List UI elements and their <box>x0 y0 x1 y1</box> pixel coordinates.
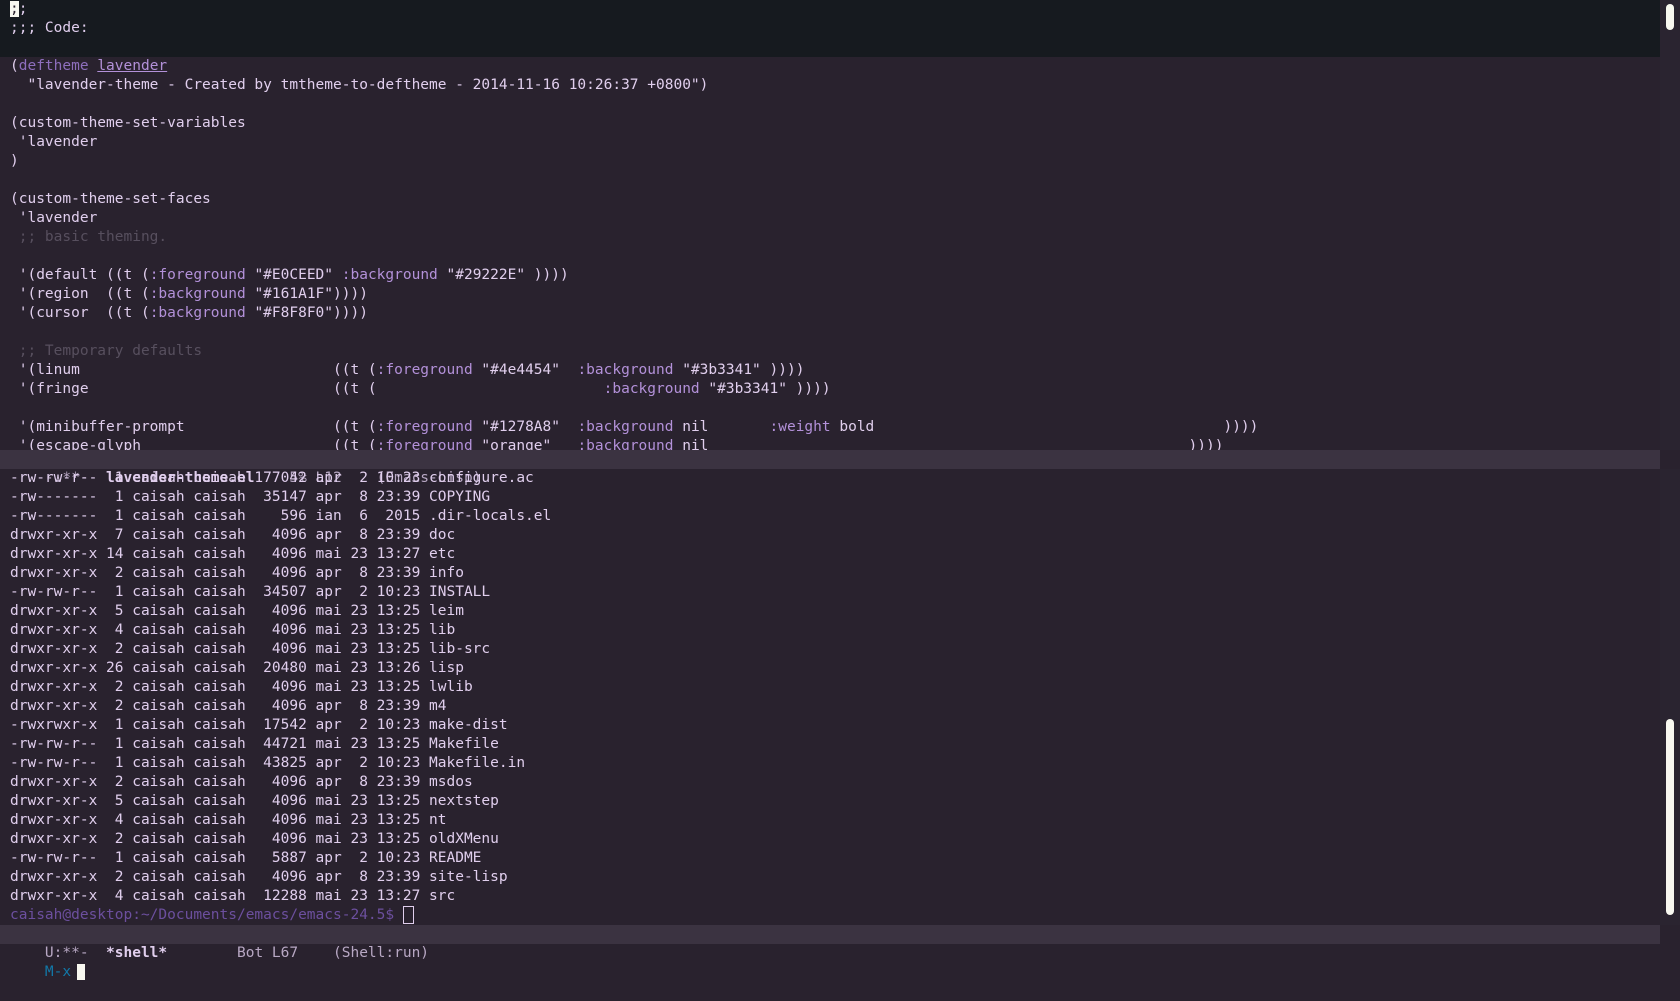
minibuffer-cursor <box>77 964 86 980</box>
code-line-text: ; <box>18 1 28 17</box>
shell-cursor <box>402 906 414 924</box>
code-line: '(default ((t (:foreground "#E0CEED" :ba… <box>10 267 569 283</box>
shell-prompt-line[interactable]: caisah@desktop:~/Documents/emacs/emacs-2… <box>10 906 1670 925</box>
code-line: (deftheme lavender <box>10 58 168 74</box>
code-line: 'lavender <box>10 134 98 150</box>
code-line: (custom-theme-set-variables <box>10 115 246 131</box>
listing-row: drwxr-xr-x 2 caisah caisah 4096 mai 23 1… <box>10 641 491 657</box>
listing-row: -rw------- 1 caisah caisah 35147 apr 8 2… <box>10 489 491 505</box>
code-line: (custom-theme-set-faces <box>10 191 211 207</box>
listing-row: drwxr-xr-x 5 caisah caisah 4096 mai 23 1… <box>10 793 499 809</box>
listing-row: -rw-rw-r-- 1 caisah caisah 44721 mai 23 … <box>10 736 499 752</box>
code-line: '(escape-glyph ((t (:foreground "orange"… <box>10 438 1224 450</box>
listing-row: -rw-rw-r-- 1 caisah caisah 177042 apr 2 … <box>10 470 534 486</box>
file-listing: -rw-rw-r-- 1 caisah caisah 177042 apr 2 … <box>10 469 1670 906</box>
code-scrollbar[interactable] <box>1660 0 1680 450</box>
listing-row: drwxr-xr-x 5 caisah caisah 4096 mai 23 1… <box>10 603 464 619</box>
code-line: '(fringe ((t ( :background "#3b3341" )))… <box>10 381 831 397</box>
code-line: '(linum ((t (:foreground "#4e4454" :back… <box>10 362 805 378</box>
listing-row: -rw-rw-r-- 1 caisah caisah 34507 apr 2 1… <box>10 584 491 600</box>
code-comment: ;; Temporary defaults <box>10 343 203 359</box>
code-line: ;;; Code: <box>10 20 89 36</box>
mode-line-shell[interactable]: U:**- *shell* Bot L67 (Shell:run) <box>0 925 1660 961</box>
minibuffer[interactable]: M-x <box>0 944 1670 980</box>
listing-row: -rwxrwxr-x 1 caisah caisah 17542 apr 2 1… <box>10 717 508 733</box>
code-line: ) <box>10 153 19 169</box>
listing-row: drwxr-xr-x 26 caisah caisah 20480 mai 23… <box>10 660 464 676</box>
code-comment: ;; basic theming. <box>10 229 168 245</box>
listing-row: drwxr-xr-x 14 caisah caisah 4096 mai 23 … <box>10 546 456 562</box>
listing-row: -rw-rw-r-- 1 caisah caisah 43825 apr 2 1… <box>10 755 526 771</box>
code-line: '(region ((t (:background "#161A1F")))) <box>10 286 368 302</box>
listing-row: drwxr-xr-x 4 caisah caisah 12288 mai 23 … <box>10 888 456 904</box>
code-window[interactable]: ;; ;;; Code: (deftheme lavender "lavende… <box>0 0 1660 450</box>
listing-row: drwxr-xr-x 2 caisah caisah 4096 apr 8 23… <box>10 565 464 581</box>
shell-prompt: caisah@desktop:~/Documents/emacs/emacs-2… <box>10 907 403 923</box>
listing-row: -rw------- 1 caisah caisah 596 ian 6 201… <box>10 508 552 524</box>
theme-name-link[interactable]: lavender <box>97 58 167 74</box>
listing-row: drwxr-xr-x 4 caisah caisah 4096 mai 23 1… <box>10 812 447 828</box>
region-highlight: ;; ;;; Code: <box>0 0 1660 57</box>
code-line: '(cursor ((t (:background "#F8F8F0")))) <box>10 305 368 321</box>
listing-row: -rw-rw-r-- 1 caisah caisah 5887 apr 2 10… <box>10 850 482 866</box>
code-line: ;; <box>10 0 1660 19</box>
code-scrollbar-thumb[interactable] <box>1666 4 1674 30</box>
code-line: "lavender-theme - Created by tmtheme-to-… <box>10 77 709 93</box>
listing-row: drwxr-xr-x 2 caisah caisah 4096 apr 8 23… <box>10 698 447 714</box>
listing-row: drwxr-xr-x 2 caisah caisah 4096 mai 23 1… <box>10 679 473 695</box>
listing-row: drwxr-xr-x 2 caisah caisah 4096 apr 8 23… <box>10 774 473 790</box>
minibuffer-prompt: M-x <box>44 964 72 980</box>
code-line: '(minibuffer-prompt ((t (:foreground "#1… <box>10 419 1259 435</box>
listing-row: drwxr-xr-x 4 caisah caisah 4096 mai 23 1… <box>10 622 456 638</box>
shell-window[interactable]: -rw-rw-r-- 1 caisah caisah 177042 apr 2 … <box>0 469 1670 929</box>
listing-row: drwxr-xr-x 2 caisah caisah 4096 apr 8 23… <box>10 869 508 885</box>
text-cursor: ; <box>10 1 19 17</box>
mode-line-code[interactable]: -:**- lavender-theme.el 5% L12 (Emacs-Li… <box>0 450 1660 486</box>
shell-scrollbar-thumb[interactable] <box>1666 719 1674 915</box>
listing-row: drwxr-xr-x 2 caisah caisah 4096 mai 23 1… <box>10 831 499 847</box>
listing-row: drwxr-xr-x 7 caisah caisah 4096 apr 8 23… <box>10 527 456 543</box>
code-line: 'lavender <box>10 210 98 226</box>
emacs-frame: ;; ;;; Code: (deftheme lavender "lavende… <box>0 0 1680 980</box>
shell-scrollbar[interactable] <box>1660 469 1680 925</box>
